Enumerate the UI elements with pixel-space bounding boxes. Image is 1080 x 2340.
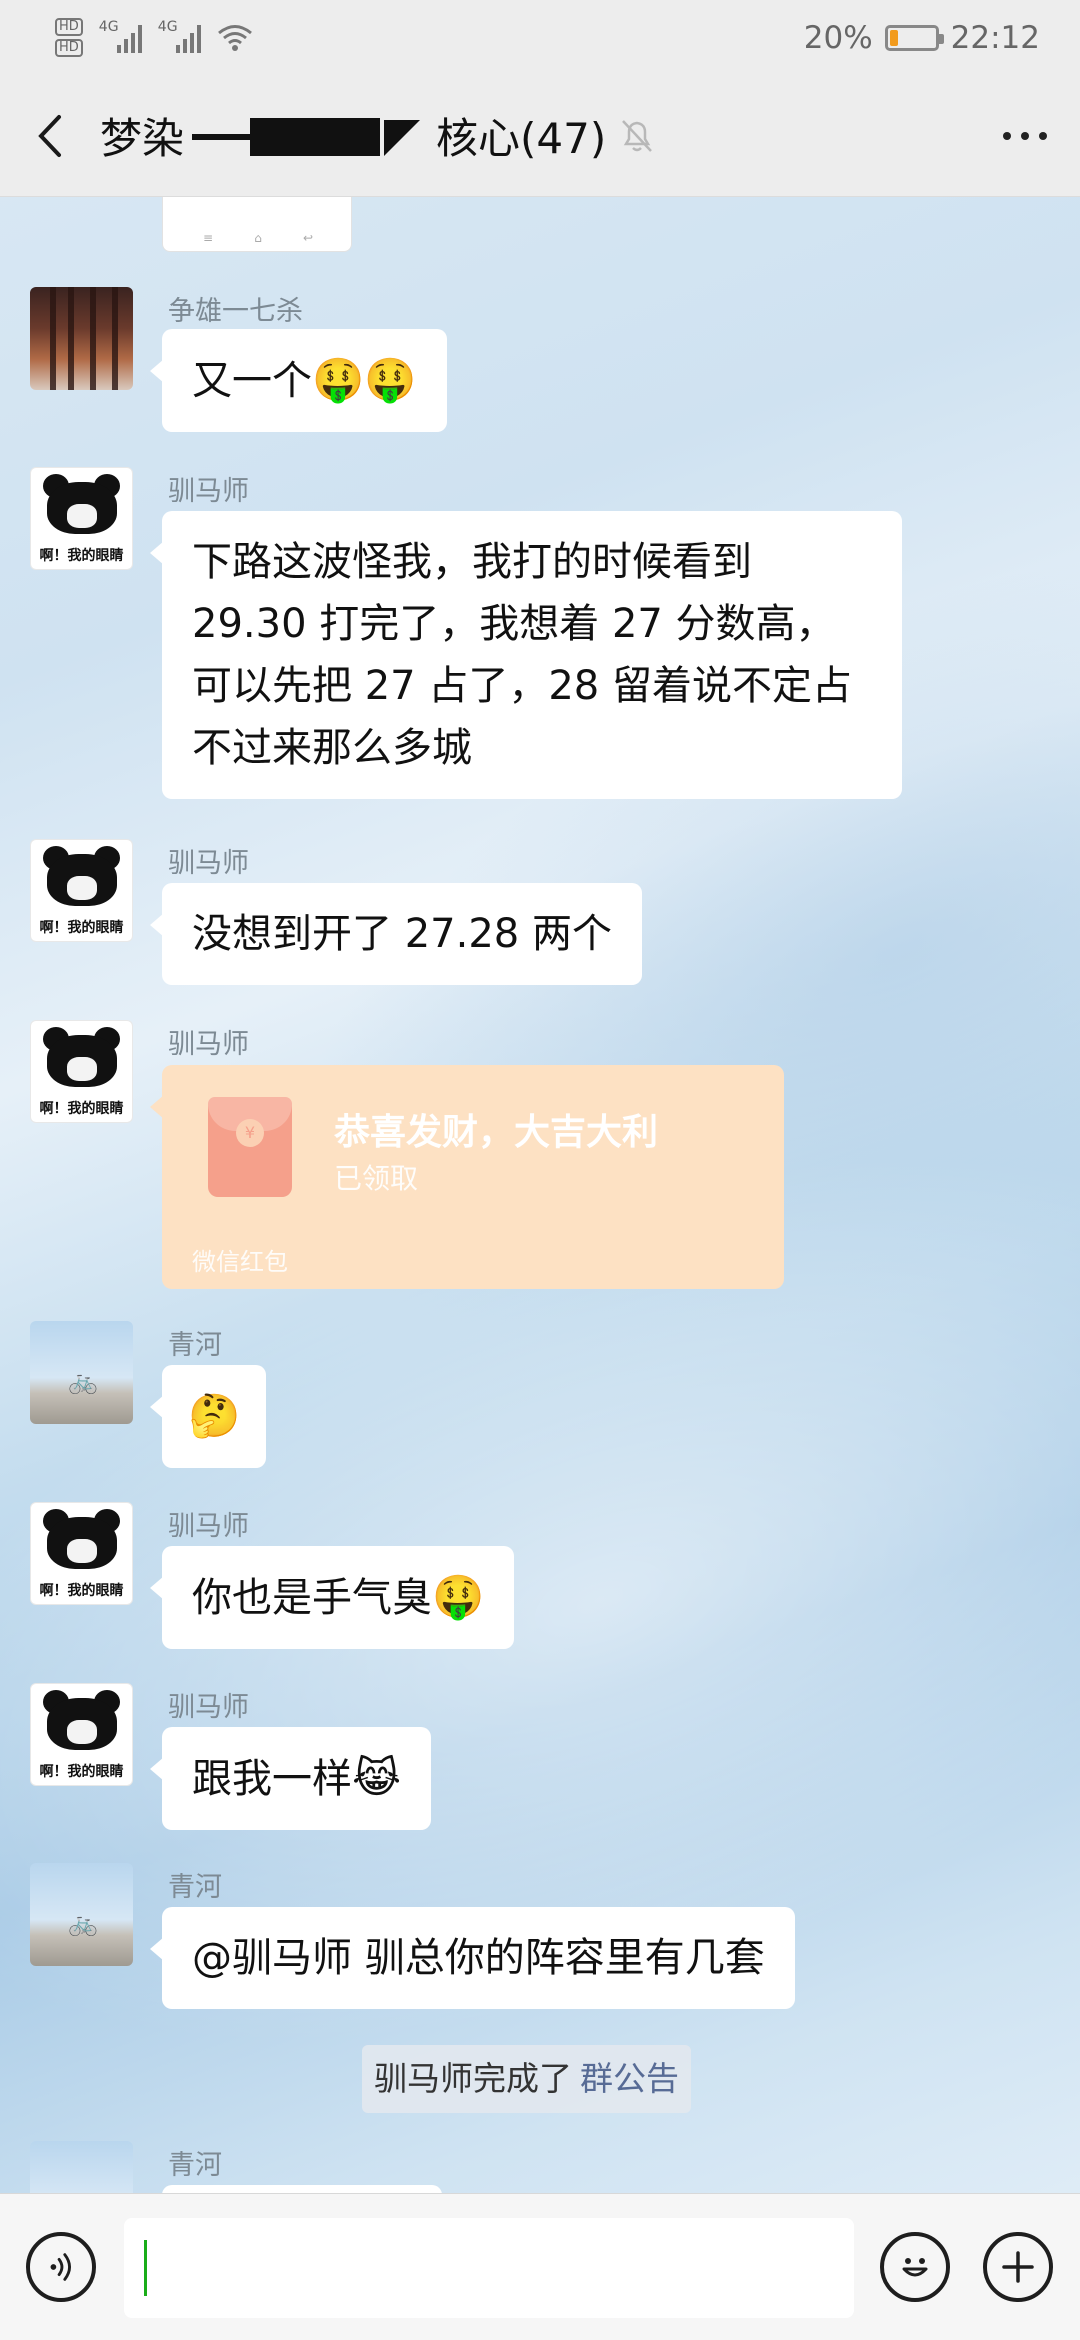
bell-off-icon bbox=[622, 119, 653, 152]
emoji: 🤑🤑 bbox=[312, 355, 417, 404]
emoji-icon bbox=[902, 2258, 928, 2277]
message-input[interactable] bbox=[124, 2218, 854, 2318]
voice-icon bbox=[50, 2253, 71, 2281]
message-text: 没想到开了 27.28 两个 bbox=[192, 911, 612, 957]
hd-label-1: HD bbox=[55, 18, 83, 36]
more-button[interactable] bbox=[970, 75, 1080, 197]
sender-name: 驯马师 bbox=[168, 848, 249, 879]
emoji: 🤑 bbox=[432, 1572, 485, 1621]
redacted-mark bbox=[192, 116, 422, 156]
message-bubble[interactable]: 你也是手气臭🤑 bbox=[149, 1546, 515, 1649]
red-packet-title: 恭喜发财，大吉大利 bbox=[334, 1112, 659, 1153]
emoji-button[interactable] bbox=[880, 2232, 950, 2302]
sender-name: 驯马师 bbox=[168, 1029, 249, 1060]
message-line: 29.30 打完了，我想着 27 分数高， bbox=[192, 601, 836, 647]
wifi-icon bbox=[217, 24, 252, 51]
message-bubble[interactable]: @驯马师 驯总你的阵容里有几套 bbox=[150, 1907, 795, 2009]
signal-icon: 4G bbox=[99, 19, 142, 53]
message-line: 可以先把 27 占了，28 留着说不定占 bbox=[192, 663, 852, 709]
card-menu-icon: ≡ bbox=[203, 231, 214, 245]
emoji: 😹 bbox=[352, 1753, 402, 1802]
more-dots-icon bbox=[1003, 131, 1011, 140]
chat-title: 梦染 核心(47) bbox=[100, 105, 654, 166]
avatar-caption: 啊！我的眼睛 bbox=[39, 548, 124, 564]
voice-button[interactable] bbox=[26, 2232, 96, 2302]
sender-name: 青河 bbox=[168, 2150, 222, 2181]
emoji: 🤔 bbox=[188, 1391, 241, 1440]
avatar-caption: 啊！我的眼睛 bbox=[39, 920, 124, 936]
chat-title-suffix: 核心(47) bbox=[436, 114, 607, 163]
message-text: 你也是手气臭 bbox=[192, 1575, 432, 1621]
message-bubble[interactable]: 没想到开了 27.28 两个 bbox=[150, 883, 642, 985]
avatar[interactable]: 啊！我的眼睛 bbox=[30, 1502, 133, 1605]
message-text: 跟我一样 bbox=[192, 1756, 352, 1802]
back-button[interactable] bbox=[0, 75, 100, 197]
avatar-caption: 啊！我的眼睛 bbox=[39, 1583, 124, 1599]
hd-label-2: HD bbox=[55, 39, 83, 57]
message-line: 下路这波怪我，我打的时候看到 bbox=[192, 539, 752, 585]
avatar[interactable] bbox=[30, 1863, 133, 1966]
chat-header: 梦染 核心(47) bbox=[0, 75, 1080, 197]
sender-name: 驯马师 bbox=[168, 476, 249, 507]
message-bubble[interactable]: 🤔 bbox=[149, 1365, 267, 1468]
message-text: @驯马师 驯总你的阵容里有几套 bbox=[192, 1935, 765, 1981]
avatar-caption: 啊！我的眼睛 bbox=[39, 1764, 124, 1780]
message-bubble[interactable] bbox=[162, 2185, 442, 2193]
sender-name: 青河 bbox=[168, 1330, 222, 1361]
plus-icon bbox=[1002, 2251, 1034, 2283]
avatar[interactable]: 啊！我的眼睛 bbox=[30, 1020, 133, 1123]
card-home-icon: ⌂ bbox=[254, 231, 262, 245]
sender-name: 争雄一七杀 bbox=[168, 296, 303, 327]
clock: 22:12 bbox=[950, 19, 1040, 56]
signal-icon-2: 4G bbox=[158, 19, 201, 53]
input-bar bbox=[0, 2193, 1080, 2340]
red-envelope-icon: ¥ bbox=[208, 1097, 292, 1197]
sender-name: 驯马师 bbox=[168, 1692, 249, 1723]
message-bubble[interactable]: 下路这波怪我，我打的时候看到 29.30 打完了，我想着 27 分数高， 可以先… bbox=[150, 511, 902, 799]
chevron-left-icon bbox=[38, 114, 61, 157]
avatar[interactable] bbox=[30, 2141, 133, 2193]
previous-message-card[interactable]: ≡ ⌂ ↩ bbox=[162, 197, 352, 252]
card-back-icon: ↩ bbox=[302, 231, 313, 245]
avatar[interactable]: 啊！我的眼睛 bbox=[30, 1683, 133, 1786]
battery-icon bbox=[884, 24, 944, 51]
sender-name: 驯马师 bbox=[168, 1511, 249, 1542]
avatar[interactable] bbox=[30, 1321, 133, 1424]
system-notice-text: 驯马师完成了 bbox=[374, 2059, 572, 2098]
message-list[interactable]: ≡ ⌂ ↩ 争雄一七杀 又一个🤑🤑 啊！我的眼睛 驯马师 下路这波怪我，我打的时… bbox=[0, 197, 1080, 2193]
yuan-coin-icon: ¥ bbox=[236, 1119, 264, 1147]
plus-button[interactable] bbox=[983, 2232, 1053, 2302]
message-text: 又一个 bbox=[192, 358, 312, 404]
sender-name: 青河 bbox=[168, 1872, 222, 1903]
chat-title-prefix: 梦染 bbox=[100, 114, 185, 163]
status-bar: HD HD 4G 4G 20% 22:12 bbox=[0, 0, 1080, 75]
message-line: 不过来那么多城 bbox=[192, 725, 472, 771]
avatar[interactable] bbox=[30, 287, 133, 390]
avatar-caption: 啊！我的眼睛 bbox=[39, 1101, 124, 1117]
red-packet-status: 已领取 bbox=[334, 1162, 419, 1195]
hd-indicator: HD HD bbox=[55, 18, 83, 57]
avatar[interactable]: 啊！我的眼睛 bbox=[30, 467, 133, 570]
network-type-2: 4G bbox=[157, 18, 178, 35]
system-notice: 驯马师完成了 群公告 bbox=[362, 2045, 691, 2113]
message-bubble[interactable]: 跟我一样😹 bbox=[149, 1727, 432, 1830]
battery-percent: 20% bbox=[803, 19, 873, 56]
red-packet-label: 微信红包 bbox=[192, 1248, 288, 1276]
red-packet-card[interactable]: ¥ 恭喜发财，大吉大利 已领取 微信红包 bbox=[150, 1065, 784, 1289]
group-notice-link[interactable]: 群公告 bbox=[580, 2059, 679, 2098]
message-bubble[interactable]: 又一个🤑🤑 bbox=[150, 329, 447, 432]
avatar[interactable]: 啊！我的眼睛 bbox=[30, 839, 133, 942]
text-caret bbox=[144, 2240, 147, 2296]
network-type-1: 4G bbox=[98, 18, 119, 35]
